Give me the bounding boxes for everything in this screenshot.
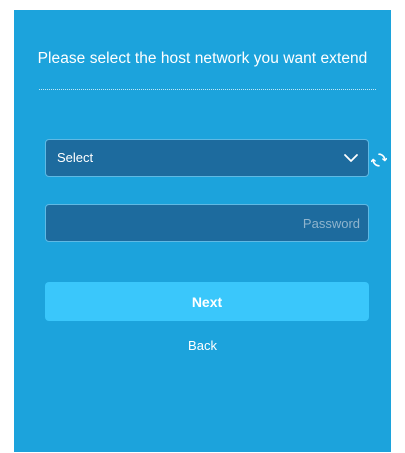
refresh-icon[interactable] (371, 152, 387, 168)
next-button[interactable]: Next (45, 282, 369, 321)
network-select-value: Select (57, 150, 94, 165)
chevron-down-icon (344, 154, 358, 162)
page-title: Please select the host network you want … (37, 50, 368, 67)
wizard-panel: Please select the host network you want … (14, 10, 391, 452)
back-link[interactable]: Back (14, 338, 391, 353)
title-divider (39, 89, 376, 90)
network-select[interactable]: Select (45, 139, 369, 177)
password-field[interactable] (45, 204, 369, 242)
